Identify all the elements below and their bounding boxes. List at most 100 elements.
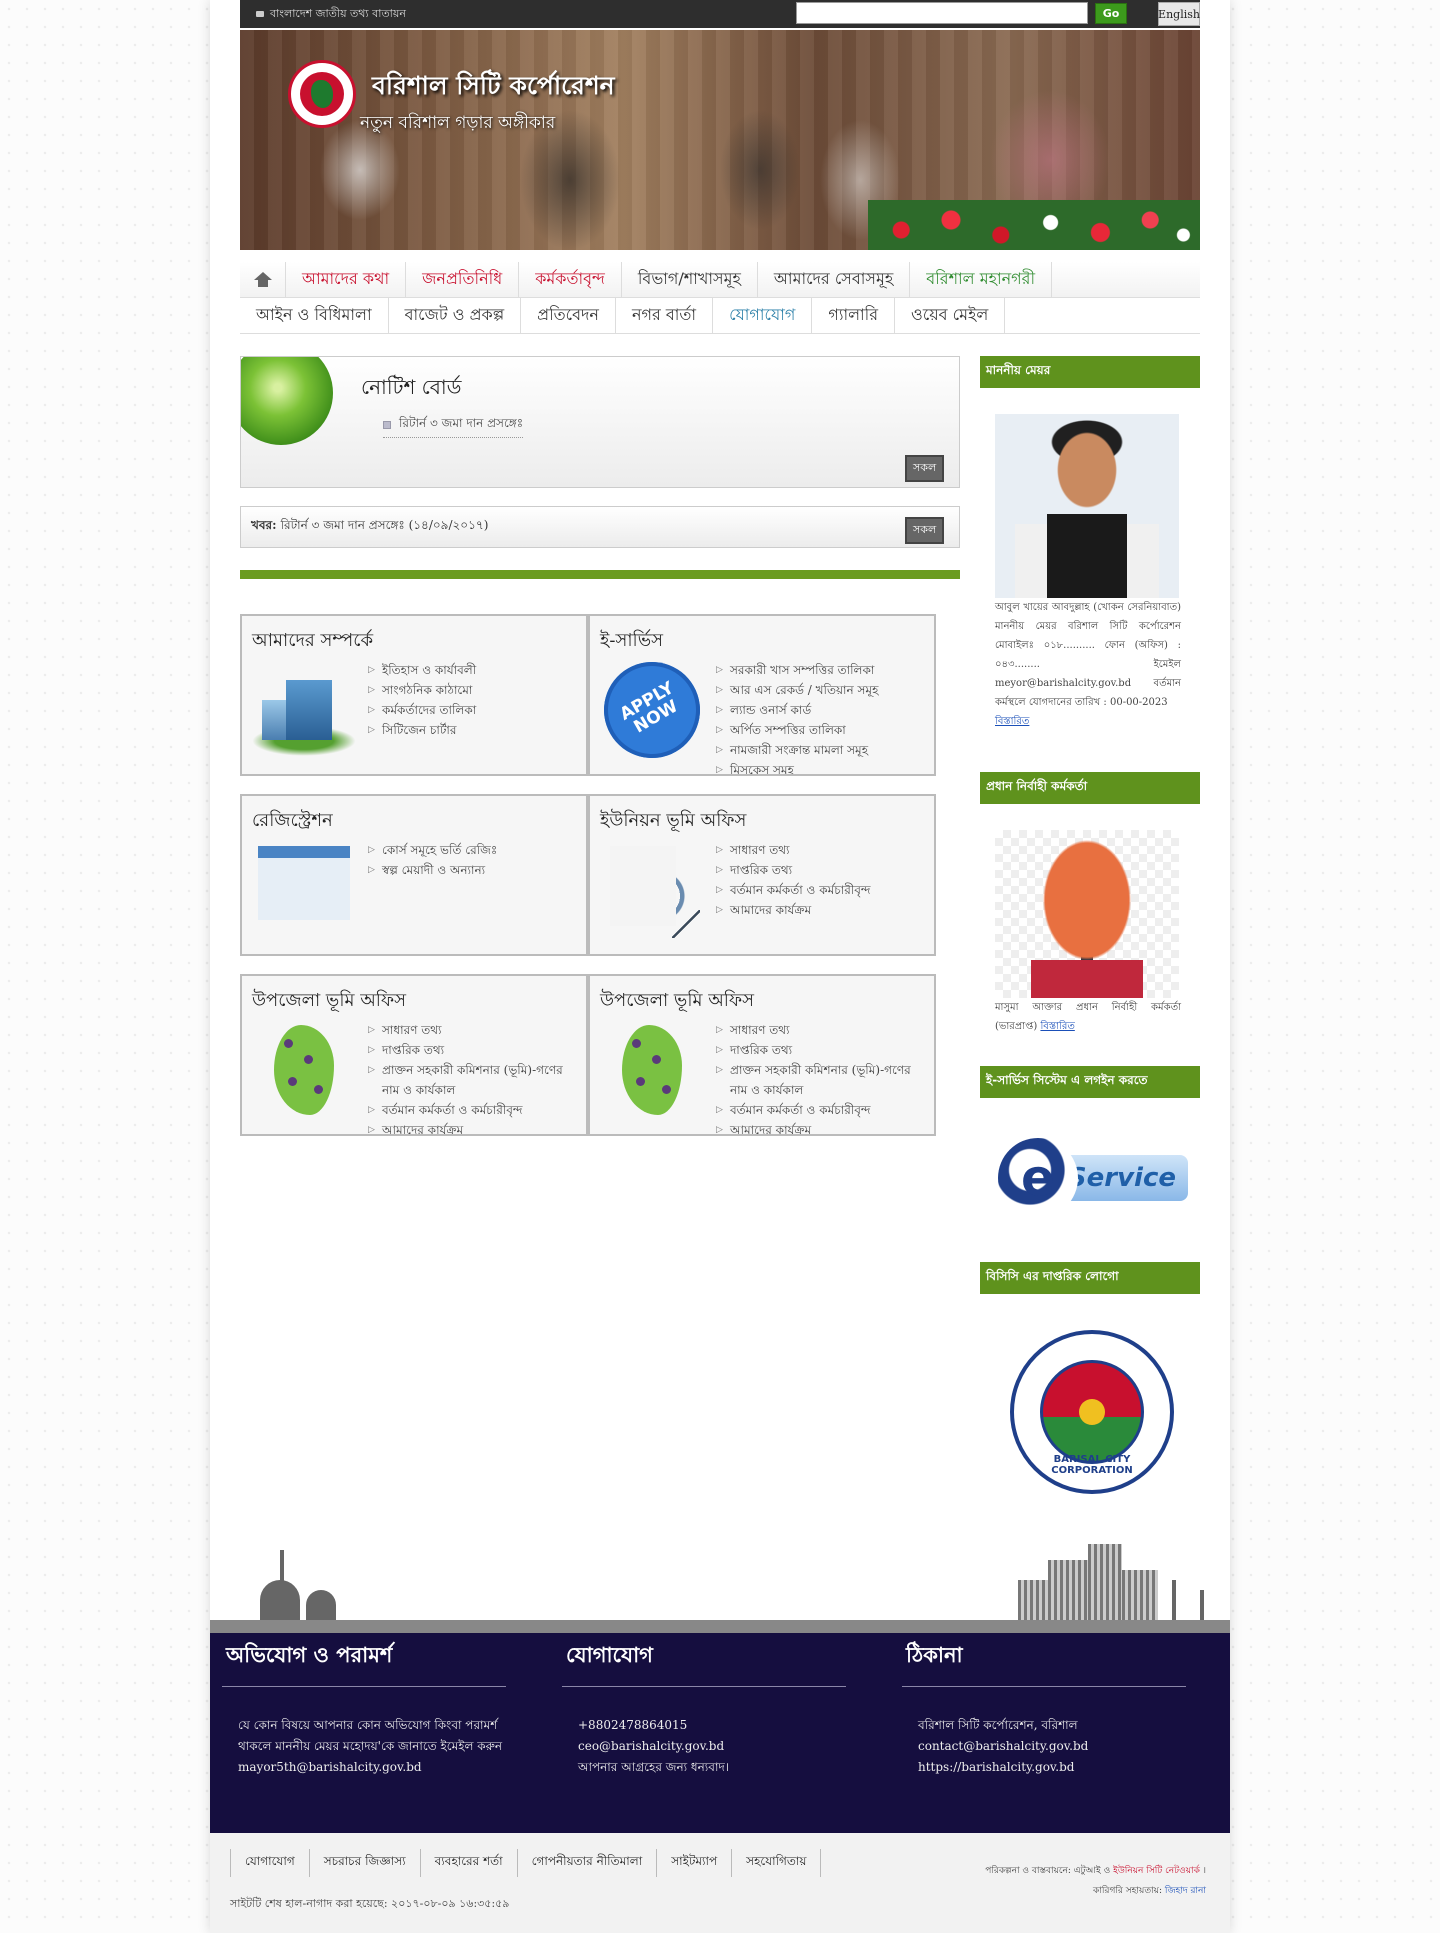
nav-item-about[interactable]: আমাদের কথা: [286, 262, 407, 297]
news-all-button[interactable]: সকল: [905, 517, 945, 544]
card-link[interactable]: বর্তমান কর্মকর্তা ও কর্মচারীবৃন্দ: [368, 1100, 580, 1120]
top-bar: বাংলাদেশ জাতীয় তথ্য বাতায়ন Go English: [240, 0, 1200, 28]
nav-item-representatives[interactable]: জনপ্রতিনিধি: [406, 262, 520, 297]
nav-home[interactable]: [240, 262, 286, 297]
card-link[interactable]: সরকারী খাস সম্পত্তির তালিকা: [716, 660, 928, 680]
card-link[interactable]: আর এস রেকর্ড / খতিয়ান সমূহ: [716, 680, 928, 700]
bangladesh-map-icon: [252, 1020, 356, 1120]
bottom-link-privacy[interactable]: গোপনীয়তার নীতিমালা: [518, 1849, 658, 1877]
bottom-link-terms[interactable]: ব্যবহারের শর্তা: [421, 1849, 518, 1877]
card-title: ইউনিয়ন ভূমি অফিস: [600, 810, 747, 831]
section-divider: [240, 570, 960, 579]
nav-item-officers[interactable]: কর্মকর্তাবৃন্দ: [519, 262, 622, 297]
logo-heading: বিসিসি এর দাপ্তরিক লোগো: [980, 1262, 1200, 1294]
card-link[interactable]: বর্তমান কর্মকর্তা ও কর্মচারীবৃন্দ: [716, 880, 928, 900]
ceo-heading: প্রধান নির্বাহী কর্মকর্তা: [980, 772, 1200, 804]
ceo-photo: [995, 830, 1179, 998]
mayor-text: আবুল খায়ের আবদুল্লাহ (খোকন সেরনিয়াবাত)…: [995, 602, 1181, 708]
nav-item-reports[interactable]: প্রতিবেদন: [521, 298, 616, 333]
notice-item[interactable]: রিটার্ন ৩ জমা দান প্রসঙ্গেঃ: [383, 415, 524, 438]
portal-label: বাংলাদেশ জাতীয় তথ্য বাতায়ন: [270, 6, 406, 20]
card-link[interactable]: ইতিহাস ও কার্যাবলী: [368, 660, 580, 680]
footer-address-email[interactable]: contact@barishalcity.gov.bd: [918, 1736, 1200, 1757]
ceo-text: মাসুমা আক্তার প্রধান নির্বাহী কর্মকর্তা …: [995, 1002, 1181, 1032]
bottom-link-faq[interactable]: সচরাচর জিজ্ঞাস্য: [310, 1849, 421, 1877]
eservice-login-button[interactable]: e Service: [998, 1136, 1188, 1220]
form-icon: [252, 840, 356, 940]
search-go-button[interactable]: Go: [1095, 3, 1127, 24]
card-link[interactable]: দাপ্তরিক তথ্য: [368, 1040, 580, 1060]
bottom-link-support[interactable]: সহযোগিতায়: [732, 1849, 822, 1877]
nav-item-gallery[interactable]: গ্যালারি: [812, 298, 896, 333]
card-link[interactable]: প্রাক্তন সহকারী কমিশনার (ভূমি)-গণের নাম …: [716, 1060, 928, 1100]
ceo-details-link[interactable]: বিস্তারিত: [1040, 1021, 1074, 1032]
search-input[interactable]: [796, 2, 1088, 24]
card-link[interactable]: কোর্স সমূহে ভর্তি রেজিঃ: [368, 840, 580, 860]
card-link[interactable]: সাধারণ তথ্য: [716, 1020, 928, 1040]
card-link[interactable]: সাধারণ তথ্য: [368, 1020, 580, 1040]
card-link[interactable]: বর্তমান কর্মকর্তা ও কর্মচারীবৃন্দ: [716, 1100, 928, 1120]
nav-item-city-news[interactable]: নগর বার্তা: [616, 298, 714, 333]
nav-item-city[interactable]: বরিশাল মহানগরী: [910, 262, 1053, 297]
footer-address: ঠিকানা বরিশাল সিটি কর্পোরেশন, বরিশাল con…: [890, 1633, 1200, 1778]
card-link[interactable]: সাংগঠনিক কাঠামো: [368, 680, 580, 700]
bottom-link-sitemap[interactable]: সাইটম্যাপ: [657, 1849, 733, 1877]
credit-tech-prefix: কারিগরি সহায়তায়:: [1093, 1886, 1163, 1896]
nav-item-laws[interactable]: আইন ও বিধিমালা: [240, 298, 389, 333]
card-link[interactable]: দাপ্তরিক তথ্য: [716, 1040, 928, 1060]
notice-all-button[interactable]: সকল: [905, 455, 945, 482]
footer-complaints-title: অভিযোগ ও পরামর্শ: [222, 1633, 506, 1687]
card-title: ই-সার্ভিস: [600, 630, 664, 651]
card-link[interactable]: ল্যান্ড ওনার্স কার্ড: [716, 700, 928, 720]
news-item[interactable]: রিটার্ন ৩ জমা দান প্রসঙ্গেঃ (১৪/০৯/২০১৭): [281, 517, 489, 537]
credit-org-link[interactable]: ইউনিয়ন সিটি নেটওয়ার্ক: [1113, 1866, 1200, 1876]
footer-thanks: আপনার আগ্রহের জন্য ধন্যবাদ।: [578, 1760, 730, 1774]
apply-now-icon: APPLY NOW: [590, 644, 718, 774]
card-links: সরকারী খাস সম্পত্তির তালিকা আর এস রেকর্ড…: [716, 660, 928, 774]
bottom-link-contact[interactable]: যোগাযোগ: [230, 1849, 310, 1877]
nav-item-budget[interactable]: বাজেট ও প্রকল্প: [389, 298, 522, 333]
site-tagline: নতুন বরিশাল গড়ার অঙ্গীকার: [360, 113, 556, 133]
card-link[interactable]: সিটিজেন চার্টার: [368, 720, 580, 740]
card-link[interactable]: আমাদের কার্যক্রম: [716, 1120, 928, 1134]
card-link[interactable]: দাপ্তরিক তথ্য: [716, 860, 928, 880]
news-label: খবর:: [251, 518, 277, 532]
notice-board: নোটিশ বোর্ড রিটার্ন ৩ জমা দান প্রসঙ্গেঃ …: [240, 356, 960, 488]
card-links: সাধারণ তথ্য দাপ্তরিক তথ্য প্রাক্তন সহকার…: [368, 1020, 580, 1134]
nav-item-webmail[interactable]: ওয়েব মেইল: [895, 298, 1006, 333]
nav-item-label: যোগাযোগ: [729, 305, 796, 324]
nav-item-label: বিভাগ/শাখাসমূহ: [637, 269, 741, 288]
footer-email[interactable]: ceo@barishalcity.gov.bd: [578, 1736, 860, 1757]
card-link[interactable]: সাধারণ তথ্য: [716, 840, 928, 860]
nav-item-label: ওয়েব মেইল: [911, 305, 989, 324]
card-link[interactable]: আমাদের কার্যক্রম: [716, 900, 928, 920]
card-link[interactable]: আমাদের কার্যক্রম: [368, 1120, 580, 1134]
card-link[interactable]: প্রাক্তন সহকারী কমিশনার (ভূমি)-গণের নাম …: [368, 1060, 580, 1100]
card-link[interactable]: স্বল্প মেয়াদী ও অন্যান্য: [368, 860, 580, 880]
nav-item-departments[interactable]: বিভাগ/শাখাসমূহ: [622, 262, 758, 297]
mayor-details-link[interactable]: বিস্তারিত: [995, 716, 1029, 727]
nav-row-1: আমাদের কথা জনপ্রতিনিধি কর্মকর্তাবৃন্দ বি…: [240, 262, 1200, 298]
header-banner: বরিশাল সিটি কর্পোরেশন নতুন বরিশাল গড়ার …: [240, 30, 1200, 250]
footer-band: [210, 1620, 1230, 1633]
nav-item-contact[interactable]: যোগাযোগ: [713, 298, 813, 333]
nav-item-services[interactable]: আমাদের সেবাসমূহ: [758, 262, 911, 297]
card-link[interactable]: অর্পিত সম্পত্তির তালিকা: [716, 720, 928, 740]
bangladesh-map-icon: [600, 1020, 704, 1120]
credit-tech-link[interactable]: জিহাদ রানা: [1165, 1886, 1206, 1896]
card-links: সাধারণ তথ্য দাপ্তরিক তথ্য প্রাক্তন সহকার…: [716, 1020, 928, 1134]
language-toggle-button[interactable]: English: [1158, 2, 1200, 26]
credits: পরিকল্পনা ও বাস্তবায়নে: এটুআই ও ইউনিয়ন…: [985, 1866, 1206, 1896]
national-portal-link[interactable]: বাংলাদেশ জাতীয় তথ্য বাতায়ন: [256, 5, 406, 24]
mayor-info: আবুল খায়ের আবদুল্লাহ (খোকন সেরনিয়াবাত)…: [995, 598, 1181, 731]
nav-item-label: আমাদের সেবাসমূহ: [773, 269, 894, 288]
card-links: ইতিহাস ও কার্যাবলী সাংগঠনিক কাঠামো কর্মক…: [368, 660, 580, 740]
government-logo-icon[interactable]: [288, 60, 356, 128]
nav-item-label: আমাদের কথা: [302, 269, 390, 288]
site-title[interactable]: বরিশাল সিটি কর্পোরেশন: [372, 66, 615, 109]
nav-item-label: বরিশাল মহানগরী: [926, 269, 1036, 288]
footer-address-url[interactable]: https://barishalcity.gov.bd: [918, 1757, 1200, 1778]
card-link[interactable]: মিসকেস সমূহ: [716, 760, 928, 774]
card-link[interactable]: নামজারী সংক্রান্ত মামলা সমূহ: [716, 740, 928, 760]
card-link[interactable]: কর্মকর্তাদের তালিকা: [368, 700, 580, 720]
